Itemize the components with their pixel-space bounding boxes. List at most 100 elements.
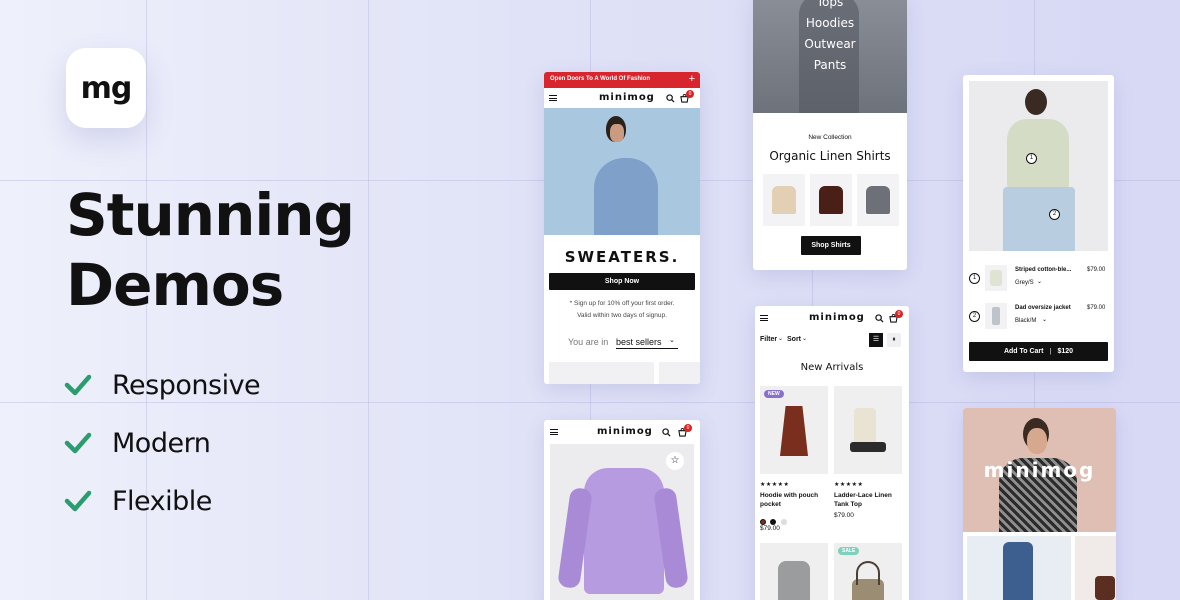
model-denim-jacket bbox=[594, 158, 658, 235]
item-thumb[interactable] bbox=[985, 265, 1007, 291]
list-view-icon[interactable]: ☰ bbox=[869, 333, 883, 347]
variant-select[interactable]: Black/M bbox=[1015, 318, 1036, 324]
bag-image[interactable] bbox=[1075, 536, 1116, 600]
plus-icon[interactable]: + bbox=[689, 73, 695, 85]
collection-title: Organic Linen Shirts bbox=[769, 149, 891, 163]
menu-item-tops[interactable]: Tops bbox=[753, 0, 907, 13]
shirt-beige bbox=[772, 186, 796, 214]
brand-wordmark[interactable]: minimog bbox=[597, 426, 653, 437]
item-name[interactable]: Striped cotton-ble... bbox=[1015, 267, 1071, 273]
sweater-model-image bbox=[544, 108, 700, 235]
phone-sweaters-mockup: Open Doors To A World Of Fashion + minim… bbox=[544, 72, 700, 384]
linen-collection-mockup: Tops Hoodies Outwear Pants New Collectio… bbox=[753, 0, 907, 270]
search-icon[interactable] bbox=[875, 314, 884, 323]
sweater-thumb bbox=[990, 270, 1002, 286]
sale-badge: SALE bbox=[838, 547, 860, 555]
promo-line-2: Valid within two days of signup. bbox=[577, 312, 667, 319]
product-name[interactable]: Hoodie with pouch pocket bbox=[760, 491, 826, 509]
item-price: $79.00 bbox=[1087, 305, 1106, 311]
shop-the-look-mockup: 1 2 1 Striped cotton-ble... $79.00 Grey/… bbox=[963, 75, 1114, 372]
product-price: $79.00 bbox=[760, 525, 780, 532]
product-thumb[interactable] bbox=[763, 174, 805, 226]
swatch[interactable] bbox=[780, 519, 787, 525]
brand-logo: mg bbox=[66, 48, 146, 128]
cart-count-badge: 0 bbox=[686, 90, 694, 98]
menu-icon[interactable] bbox=[549, 95, 557, 101]
category-menu: Tops Hoodies Outwear Pants bbox=[753, 0, 907, 76]
filter-button[interactable]: Filter bbox=[760, 336, 777, 343]
chevron-down-icon: ⌄ bbox=[1037, 279, 1043, 285]
promo-line-1: * Sign up for 10% off your first order. bbox=[569, 300, 675, 307]
knit-cardigan bbox=[778, 561, 810, 600]
new-arrivals-mockup: minimog 0 Filter ⌄ Sort ⌄ ☰ ⏸ New Arriva… bbox=[755, 306, 909, 600]
wishlist-star-icon[interactable]: ☆ bbox=[666, 452, 684, 470]
collection-eyebrow: New Collection bbox=[808, 134, 852, 141]
menu-item-hoodies[interactable]: Hoodies bbox=[753, 13, 907, 34]
product-tile[interactable] bbox=[549, 362, 654, 384]
item-marker: 1 bbox=[969, 273, 980, 284]
shirt-brown bbox=[819, 186, 843, 214]
search-icon[interactable] bbox=[666, 94, 675, 103]
divider: | bbox=[1049, 348, 1052, 355]
menu-icon[interactable] bbox=[550, 429, 558, 435]
boot-upper bbox=[854, 408, 876, 446]
denim-image[interactable] bbox=[967, 536, 1071, 600]
add-to-cart-label: Add To Cart bbox=[1003, 348, 1044, 355]
product-thumb[interactable] bbox=[810, 174, 852, 226]
hotspot-marker[interactable]: 1 bbox=[1026, 153, 1037, 164]
menu-icon[interactable] bbox=[760, 315, 768, 321]
feature-label: Modern bbox=[112, 427, 211, 459]
product-image[interactable] bbox=[760, 386, 828, 474]
sort-button[interactable]: Sort bbox=[787, 336, 801, 343]
bag-shape bbox=[1095, 576, 1115, 600]
you-are-in-label: You are in bbox=[568, 337, 609, 347]
brand-lookbook-mockup: minimog bbox=[963, 408, 1116, 600]
collection-title: SWEATERS. bbox=[564, 248, 680, 266]
model-face bbox=[1027, 428, 1047, 454]
hotspot-marker[interactable]: 2 bbox=[1049, 209, 1060, 220]
chevron-down-icon: ⌄ bbox=[802, 336, 808, 342]
model-skirt bbox=[1003, 187, 1075, 251]
variant-select[interactable]: Grey/S bbox=[1015, 280, 1034, 286]
boot-sole bbox=[850, 442, 886, 452]
jeans-shape bbox=[1003, 542, 1033, 600]
chevron-down-icon[interactable]: ⌄ bbox=[669, 336, 675, 344]
skirt-thumb bbox=[992, 307, 1000, 325]
page-headline: Stunning Demos bbox=[66, 181, 355, 319]
check-icon bbox=[64, 490, 92, 512]
cart-count-badge: 0 bbox=[895, 310, 903, 318]
cart-total: $120 bbox=[1057, 348, 1074, 355]
search-icon[interactable] bbox=[662, 428, 671, 437]
add-to-cart-button[interactable]: Add To Cart | $120 bbox=[969, 342, 1108, 361]
announcement-text: Open Doors To A World Of Fashion bbox=[550, 76, 650, 82]
product-thumb[interactable] bbox=[857, 174, 899, 226]
product-image[interactable] bbox=[760, 543, 828, 600]
chevron-down-icon: ⌄ bbox=[778, 336, 784, 342]
bag-handle bbox=[856, 561, 880, 585]
grid-view-icon[interactable]: ⏸ bbox=[887, 333, 901, 347]
brand-wordmark[interactable]: minimog bbox=[809, 312, 865, 323]
new-badge: NEW bbox=[764, 390, 784, 398]
shirt-grey bbox=[866, 186, 890, 214]
rating-stars: ★★★★★ bbox=[834, 482, 864, 488]
feature-item: Modern bbox=[64, 414, 260, 472]
product-tile[interactable] bbox=[659, 362, 700, 384]
item-name[interactable]: Dad oversize jacket bbox=[1015, 305, 1071, 311]
feature-label: Flexible bbox=[112, 485, 212, 517]
shop-shirts-button[interactable]: Shop Shirts bbox=[801, 236, 861, 255]
menu-item-pants[interactable]: Pants bbox=[753, 55, 907, 76]
announcement-bar[interactable]: Open Doors To A World Of Fashion + bbox=[544, 72, 700, 88]
menu-item-outwear[interactable]: Outwear bbox=[753, 34, 907, 55]
feature-item: Responsive bbox=[64, 356, 261, 414]
section-title: New Arrivals bbox=[800, 362, 864, 373]
product-image[interactable] bbox=[834, 386, 902, 474]
logo-text: mg bbox=[80, 70, 133, 106]
brand-wordmark[interactable]: minimog bbox=[599, 92, 655, 103]
shop-now-button[interactable]: Shop Now bbox=[549, 273, 695, 290]
check-icon bbox=[64, 432, 92, 454]
item-thumb[interactable] bbox=[985, 303, 1007, 329]
feature-label: Responsive bbox=[112, 369, 261, 401]
product-name[interactable]: Ladder-Lace Linen Tank Top bbox=[834, 491, 904, 509]
pleated-skirt bbox=[780, 406, 808, 456]
product-price: $79.00 bbox=[834, 512, 854, 519]
